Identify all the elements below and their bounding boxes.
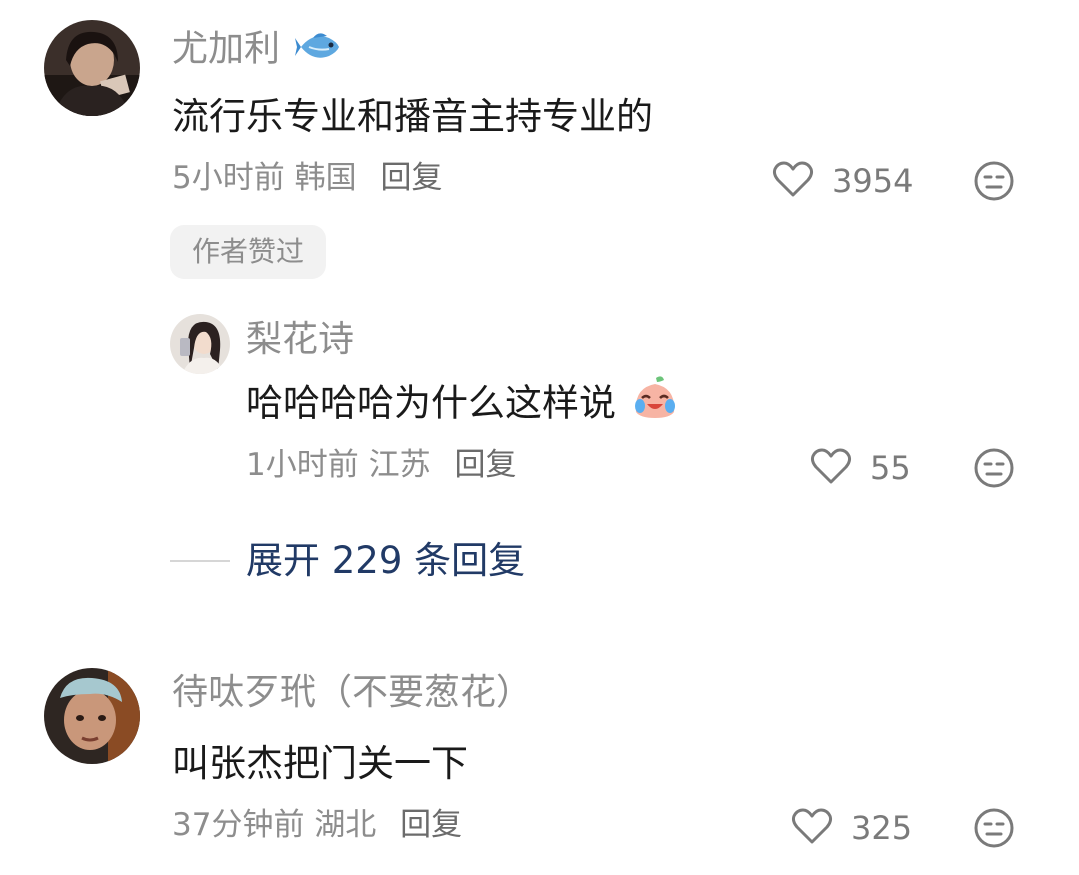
- crying-laughing-sticker-icon: [630, 374, 680, 426]
- like-button[interactable]: 325: [791, 807, 912, 849]
- reply-button[interactable]: 回复: [454, 447, 516, 483]
- comment-text: 流行乐专业和播音主持专业的: [172, 95, 653, 138]
- like-button[interactable]: 55: [810, 447, 911, 489]
- dislike-button[interactable]: [973, 807, 1015, 853]
- fish-icon: [295, 30, 345, 71]
- comment-meta: 5小时前 韩国 回复: [172, 163, 442, 194]
- comment-location: 韩国: [294, 160, 357, 196]
- avatar[interactable]: [44, 20, 140, 116]
- divider-line: [170, 559, 230, 562]
- comment-time: 5小时前: [172, 160, 285, 196]
- reply-time: 1小时前: [246, 447, 359, 483]
- comment-text: 叫张杰把门关一下: [172, 742, 468, 785]
- reply-location: 江苏: [368, 447, 431, 483]
- like-count: 55: [870, 449, 911, 487]
- expand-replies-label: 展开 229 条回复: [246, 539, 526, 582]
- avatar[interactable]: [44, 668, 140, 764]
- reply-text: 哈哈哈哈为什么这样说: [246, 376, 680, 426]
- username[interactable]: 尤加利: [172, 30, 345, 71]
- like-count: 3954: [832, 162, 914, 200]
- heart-icon: [772, 160, 814, 202]
- like-count: 325: [851, 809, 913, 847]
- heart-icon: [810, 447, 852, 489]
- comment-time: 37分钟前: [172, 807, 305, 843]
- meh-face-icon: [973, 161, 1015, 206]
- comment-location: 湖北: [314, 807, 377, 843]
- reply-button[interactable]: 回复: [380, 160, 442, 196]
- like-button[interactable]: 3954: [772, 160, 913, 202]
- expand-replies-button[interactable]: 展开 229 条回复: [170, 542, 525, 579]
- meh-face-icon: [973, 808, 1015, 853]
- reply-meta: 1小时前 江苏 回复: [246, 450, 516, 481]
- dislike-button[interactable]: [973, 447, 1015, 493]
- dislike-button[interactable]: [973, 160, 1015, 206]
- reply-button[interactable]: 回复: [400, 807, 462, 843]
- heart-icon: [791, 807, 833, 849]
- avatar[interactable]: [170, 314, 230, 374]
- username[interactable]: 梨花诗: [246, 322, 354, 358]
- meh-face-icon: [973, 448, 1015, 493]
- username[interactable]: 待呔歹玳（不要葱花）: [172, 675, 532, 711]
- author-liked-badge: 作者赞过: [170, 225, 327, 279]
- comment-meta: 37分钟前 湖北 回复: [172, 810, 462, 841]
